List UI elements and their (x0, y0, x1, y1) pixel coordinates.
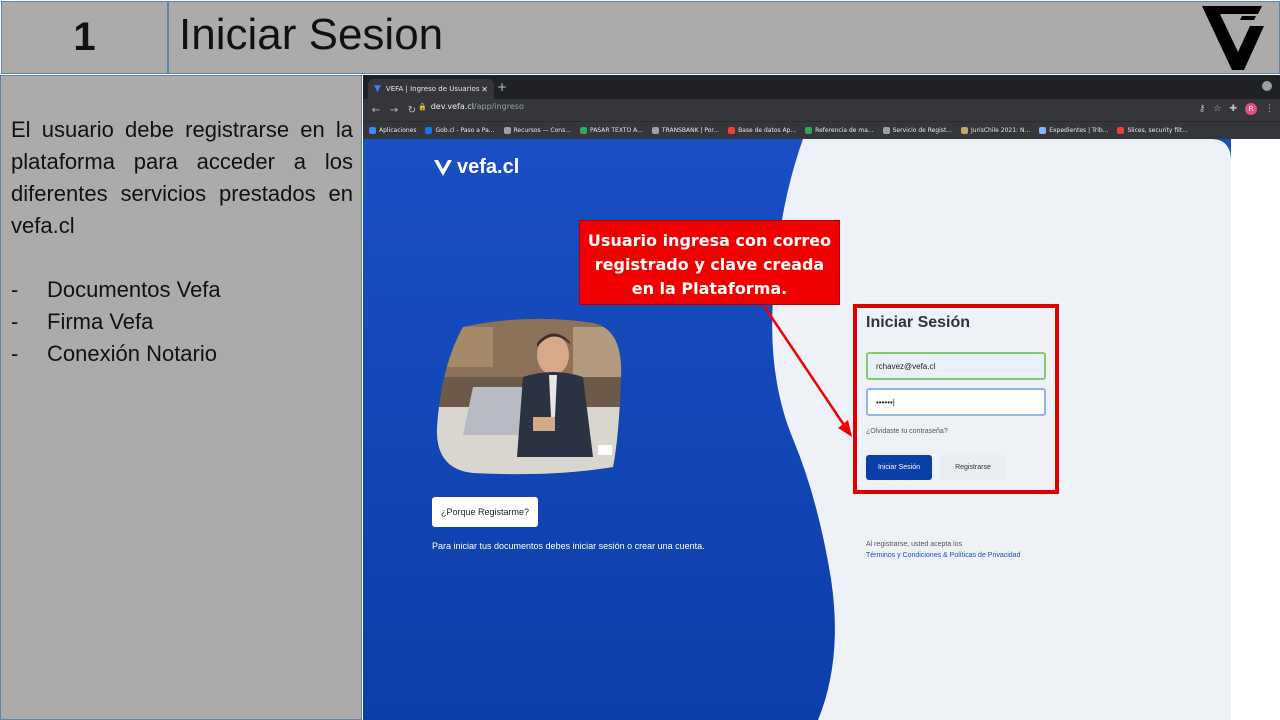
bookmark-favicon-icon (579, 127, 587, 134)
window-menu-icon[interactable] (1262, 81, 1272, 91)
bookmark-label: Base de datos Ap... (738, 127, 797, 134)
tab-title: VEFA | Ingreso de Usuarios (385, 85, 480, 93)
bookmark-label: Recursos — Cons... (513, 127, 571, 134)
list-item: - Firma Vefa (11, 309, 154, 334)
bookmark-favicon-icon (651, 127, 659, 134)
slide-title: Iniciar Sesion (179, 10, 444, 59)
callout-box: Usuario ingresa con correo registrado y … (579, 220, 840, 305)
callout-line: en la Plataforma. (631, 279, 788, 298)
bookmark-item[interactable]: Recursos — Cons... (503, 127, 571, 134)
address-bar[interactable]: 🔒 dev.vefa.cl/app/ingreso (418, 102, 524, 111)
lock-icon: 🔒 (418, 103, 427, 111)
url-path: /app/ingreso (473, 102, 524, 111)
bookmarks-bar: Aplicaciones Gob.cl - Paso a Pa... Recurso… (363, 121, 1280, 139)
bookmark-favicon-icon (1039, 127, 1047, 134)
browser-tab[interactable]: ▼ VEFA | Ingreso de Usuarios ✕ (368, 79, 494, 99)
new-tab-icon[interactable]: + (497, 80, 507, 94)
bookmark-item[interactable]: Gob.cl - Paso a Pa... (425, 127, 495, 134)
vefa-logo-icon (1202, 6, 1264, 70)
service-list: - Documentos Vefa - Firma Vefa - Conexión N… (11, 274, 221, 370)
bookmark-item[interactable]: Base de datos Ap... (728, 127, 796, 134)
reload-icon[interactable]: ↻ (407, 105, 417, 116)
callout-line: Usuario ingresa con correo (587, 231, 832, 250)
terms-link[interactable]: Términos y Condiciones & Políticas de Pr… (866, 550, 1020, 561)
key-icon[interactable]: ⚷ (1199, 104, 1206, 114)
bookmark-item[interactable]: Expedientes | Trib... (1039, 127, 1108, 134)
bookmark-label: Slices, security filt... (1127, 127, 1188, 134)
bookmark-favicon-icon (425, 127, 433, 134)
bookmark-favicon-icon (503, 127, 511, 134)
browser-window: ▼ VEFA | Ingreso de Usuarios ✕ + ← → ↻ 🔒… (363, 75, 1280, 720)
vefa-brand: vefa.cl (433, 156, 519, 179)
bookmark-favicon-icon (961, 127, 969, 134)
businessman-photo (436, 318, 622, 475)
close-icon[interactable]: ✕ (481, 85, 488, 94)
bookmark-item[interactable]: Aplicaciones (369, 127, 416, 134)
more-menu-icon[interactable]: ⋮ (1265, 104, 1274, 114)
list-item: - Conexión Notario (11, 341, 217, 366)
brand-name: vefa.cl (457, 156, 520, 178)
slide-title-box: Iniciar Sesion (167, 1, 1280, 74)
star-icon[interactable]: ☆ (1213, 104, 1221, 114)
terms-notice: Al registrarse, usted acepta los Término… (866, 539, 1020, 561)
bookmark-item[interactable]: Referencia de ma... (805, 127, 874, 134)
extensions-icon[interactable]: ✚ (1229, 104, 1237, 114)
back-icon[interactable]: ← (371, 105, 381, 116)
vefa-favicon-icon: ▼ (374, 84, 381, 94)
callout-line: registrado y clave creada (594, 255, 825, 274)
bookmark-item[interactable]: TRANSBANK | Por... (651, 127, 720, 134)
avatar[interactable]: R (1245, 103, 1257, 115)
bookmark-favicon-icon (882, 127, 890, 134)
toolbar-actions: ⚷ ☆ ✚ R ⋮ (1199, 103, 1274, 115)
slide-header: 1 Iniciar Sesion (0, 0, 1280, 75)
bookmark-item[interactable]: JurisChile 2021: N... (961, 127, 1030, 134)
bookmark-item[interactable]: Slices, security filt... (1117, 127, 1188, 134)
bookmark-favicon-icon (728, 127, 736, 134)
url-host: dev.vefa.cl (430, 102, 474, 111)
description-panel: El usuario debe registrarse en la plataf… (0, 75, 362, 720)
description-text: El usuario debe registrarse en la plataf… (11, 117, 353, 238)
highlight-frame (853, 304, 1059, 494)
bookmark-label: JurisChile 2021: N... (971, 127, 1031, 134)
list-item: - Documentos Vefa (11, 277, 221, 302)
step-number: 1 (1, 1, 168, 74)
tab-bar: ▼ VEFA | Ingreso de Usuarios ✕ + (363, 75, 1280, 99)
bookmark-label: Servicio de Regist... (892, 127, 953, 134)
bookmark-favicon-icon (369, 127, 376, 134)
bookmark-label: TRANSBANK | Por... (661, 127, 720, 134)
start-note: Para iniciar tus documentos debes inicia… (432, 541, 705, 551)
bookmark-label: Expedientes | Trib... (1049, 127, 1109, 134)
bookmark-label: Aplicaciones (379, 127, 417, 134)
terms-prefix: Al registrarse, usted acepta los (866, 541, 963, 548)
bookmark-label: Gob.cl - Paso a Pa... (435, 127, 495, 134)
vefa-brand-icon (434, 159, 452, 176)
bookmark-item[interactable]: Servicio de Regist... (882, 127, 953, 134)
bookmark-favicon-icon (805, 127, 813, 134)
bookmark-item[interactable]: PASAR TEXTO A... (579, 127, 643, 134)
bookmark-label: Referencia de ma... (815, 127, 874, 134)
browser-toolbar: ← → ↻ 🔒 dev.vefa.cl/app/ingreso ⚷ ☆ ✚ R ⋮ (363, 99, 1280, 121)
bookmark-favicon-icon (1117, 127, 1125, 134)
forward-icon[interactable]: → (389, 105, 399, 116)
why-register-button[interactable]: ¿Porque Registarme? (432, 497, 538, 527)
bookmark-label: PASAR TEXTO A... (589, 127, 643, 134)
